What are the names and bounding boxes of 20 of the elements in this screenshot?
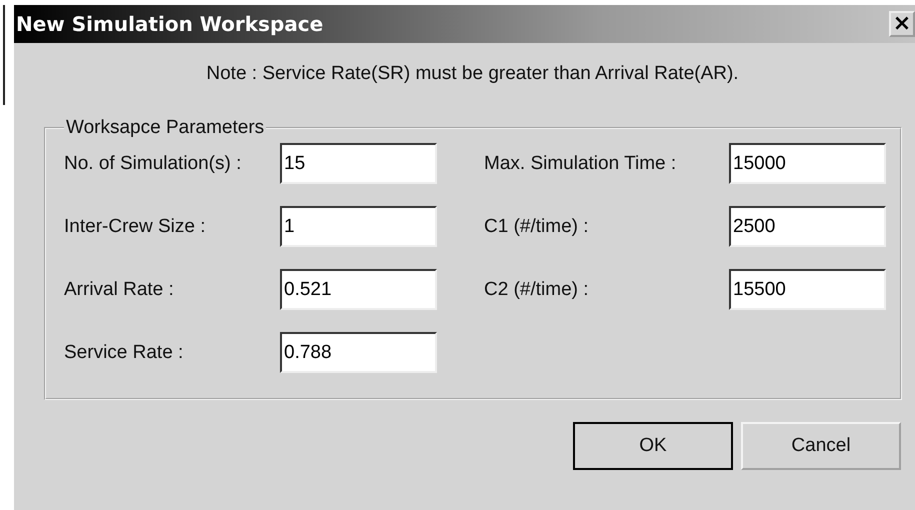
field-label: Max. Simulation Time : <box>484 152 678 174</box>
input-field[interactable]: 15 <box>280 143 437 184</box>
field-label: C2 (#/time) : <box>484 278 590 300</box>
field-label: Service Rate : <box>64 342 184 364</box>
group-legend: Worksapce Parameters <box>64 117 266 139</box>
field-label: C1 (#/time) : <box>484 216 590 238</box>
note-text: Note : Service Rate(SR) must be greater than Arrival Rate(AR). <box>206 63 739 85</box>
field-label: Inter-Crew Size : <box>64 216 206 238</box>
field-label: Arrival Rate : <box>64 278 175 300</box>
cancel-button[interactable]: Cancel <box>741 422 901 470</box>
input-field[interactable]: 0.788 <box>280 332 437 373</box>
input-field[interactable]: 0.521 <box>280 269 437 310</box>
input-field[interactable]: 1 <box>280 206 437 247</box>
input-field[interactable]: 15500 <box>729 269 886 310</box>
close-button[interactable]: × <box>889 11 915 37</box>
ok-button[interactable]: OK <box>573 422 733 470</box>
input-field[interactable]: 15000 <box>729 143 886 184</box>
field-label: No. of Simulation(s) : <box>64 152 242 174</box>
input-field[interactable]: 2500 <box>729 206 886 247</box>
window-title: New Simulation Workspace <box>16 12 324 36</box>
